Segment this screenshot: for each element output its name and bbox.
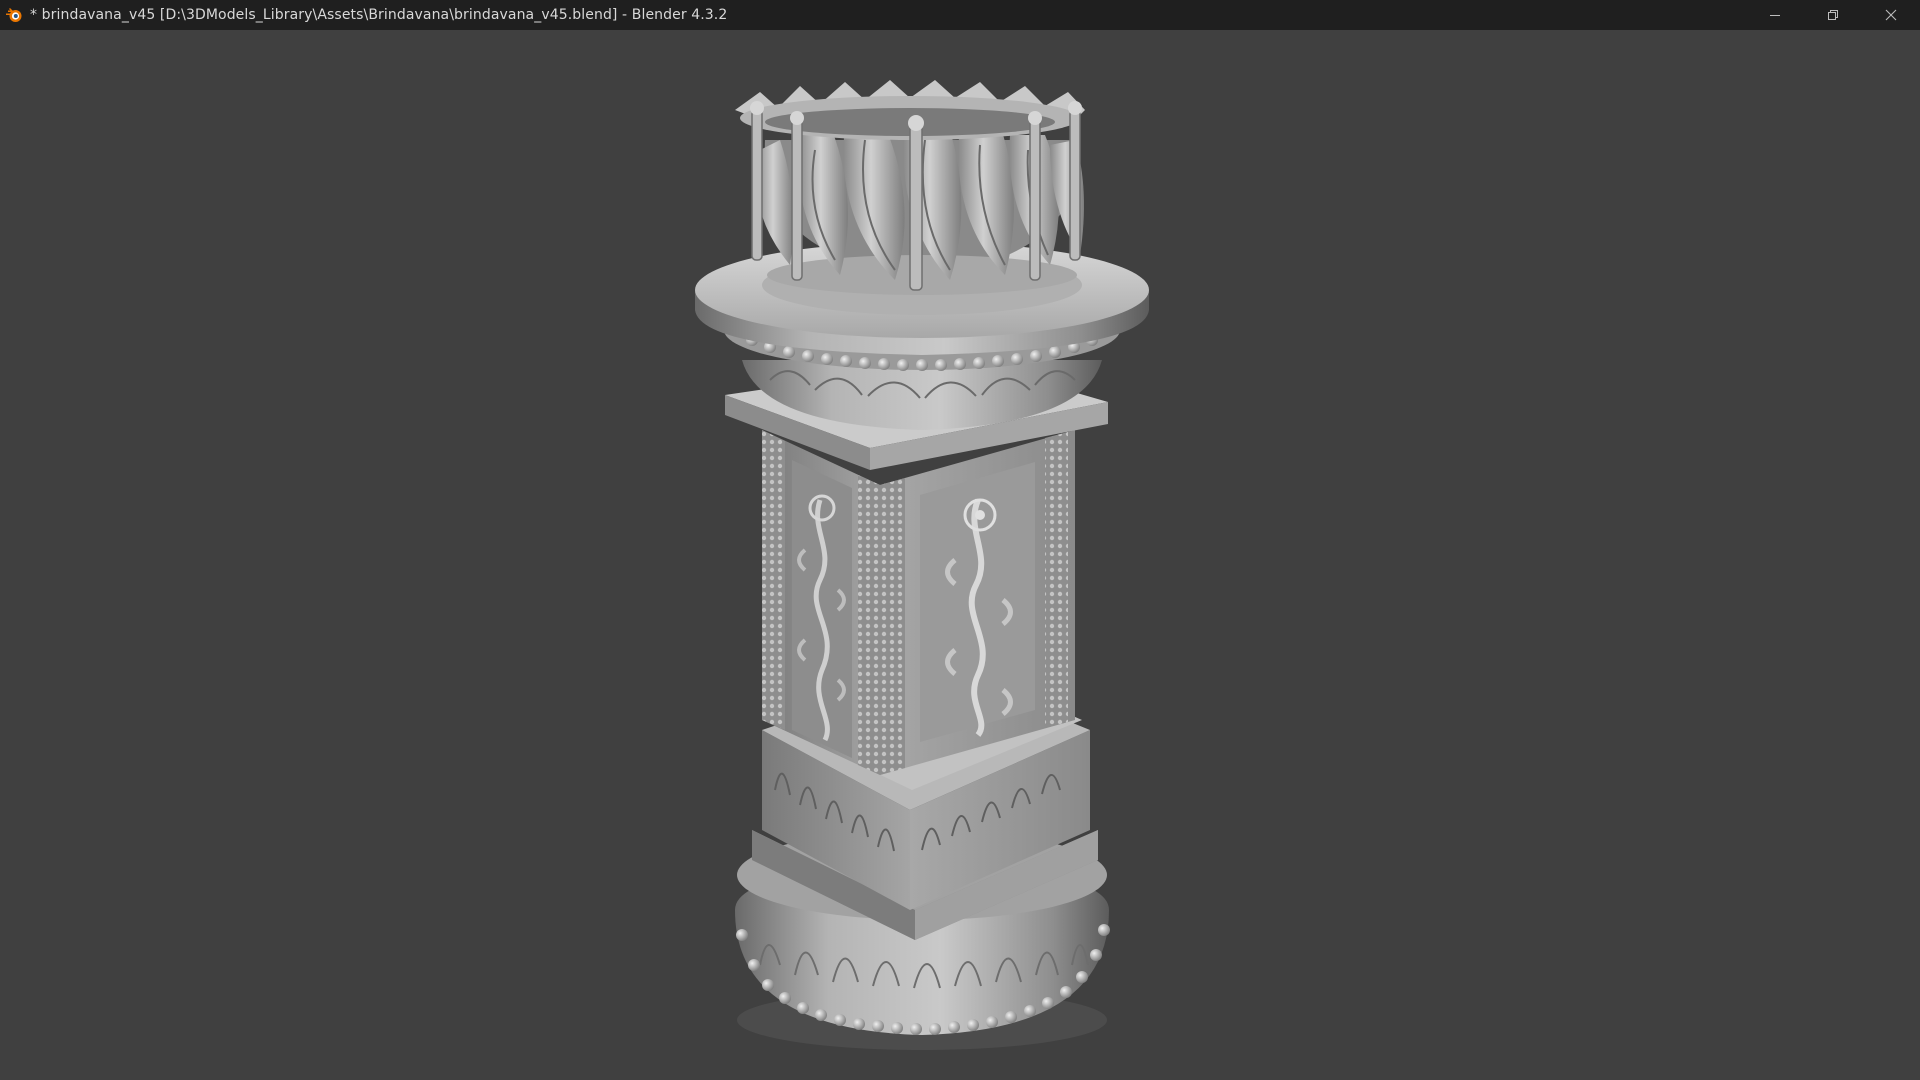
minimize-icon bbox=[1770, 15, 1780, 16]
title-bar[interactable]: * brindavana_v45 [D:\3DModels_Library\As… bbox=[0, 0, 1920, 30]
close-icon bbox=[1885, 9, 1897, 21]
restore-icon bbox=[1828, 10, 1838, 20]
close-button[interactable] bbox=[1862, 0, 1920, 30]
restore-button[interactable] bbox=[1804, 0, 1862, 30]
blender-window: * brindavana_v45 [D:\3DModels_Library\As… bbox=[0, 0, 1920, 1080]
window-title: * brindavana_v45 [D:\3DModels_Library\As… bbox=[30, 7, 728, 23]
brindavana-model[interactable] bbox=[0, 30, 1920, 1080]
3d-viewport[interactable] bbox=[0, 30, 1920, 1080]
pillar-shaft bbox=[762, 430, 1075, 775]
blender-logo-icon bbox=[4, 5, 24, 25]
floral-panel-left bbox=[792, 460, 852, 758]
minimize-button[interactable] bbox=[1746, 0, 1804, 30]
floral-panel-right bbox=[920, 462, 1035, 742]
window-controls bbox=[1746, 0, 1920, 30]
